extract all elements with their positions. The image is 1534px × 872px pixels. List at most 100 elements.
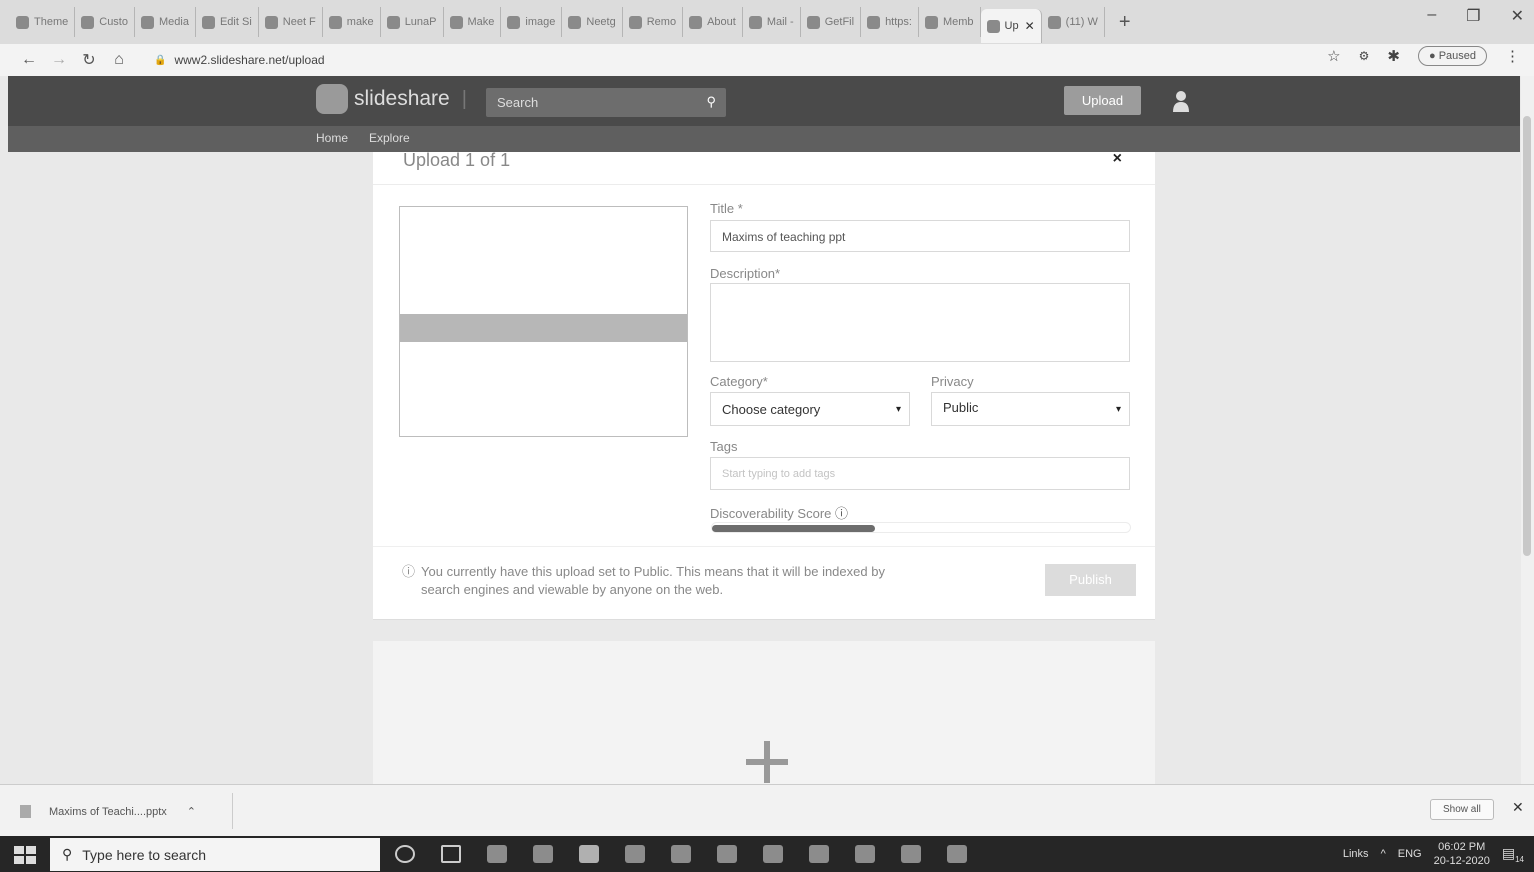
- browser-tab[interactable]: About: [683, 7, 743, 37]
- clock[interactable]: 06:02 PM 20-12-2020: [1434, 840, 1490, 868]
- search-placeholder: Search: [497, 95, 539, 110]
- taskbar-search-input[interactable]: ⚲ Type here to search: [50, 838, 380, 871]
- browser-tab[interactable]: Media: [135, 7, 196, 37]
- caret-down-icon: ▾: [895, 404, 901, 415]
- title-label: Title *: [710, 201, 743, 216]
- browser-tab[interactable]: Up ✕: [980, 9, 1042, 43]
- chevron-up-icon[interactable]: ⌃: [187, 805, 196, 818]
- privacy-select[interactable]: Public ▾: [931, 392, 1130, 426]
- slide-thumbnail: [399, 206, 688, 437]
- address-bar[interactable]: 🔒 www2.slideshare.net/upload: [154, 53, 325, 67]
- tags-input[interactable]: Start typing to add tags: [710, 457, 1130, 490]
- browser-toolbar: ← → ↻ ⌂ 🔒 www2.slideshare.net/upload ☆ ⚙…: [0, 44, 1534, 76]
- reload-icon[interactable]: ↻: [74, 50, 104, 70]
- task-view-icon[interactable]: [441, 845, 461, 863]
- slideshare-logo[interactable]: slideshare |: [316, 84, 467, 114]
- browser-tab[interactable]: Edit Si: [196, 7, 259, 37]
- logo-icon: [316, 84, 348, 114]
- close-tab-icon[interactable]: ✕: [1025, 19, 1035, 33]
- home-icon[interactable]: ⌂: [104, 51, 134, 69]
- tab-label: Theme: [34, 16, 69, 28]
- avatar-icon: ●: [1428, 50, 1436, 62]
- menu-kebab-icon[interactable]: ⋮: [1505, 47, 1520, 65]
- download-filename: Maxims of Teachi....pptx: [49, 805, 167, 818]
- description-textarea[interactable]: [710, 283, 1130, 362]
- browser-tab[interactable]: Custo: [75, 7, 135, 37]
- tab-favicon-icon: [806, 15, 820, 29]
- browser-tab[interactable]: image: [501, 7, 563, 37]
- browser-tab[interactable]: (11) W: [1042, 7, 1105, 37]
- chevron-up-icon[interactable]: ^: [1381, 848, 1386, 860]
- browser-tab[interactable]: GetFil: [801, 7, 862, 37]
- publish-button[interactable]: Publish: [1045, 564, 1136, 596]
- links-toolbar[interactable]: Links: [1343, 848, 1369, 860]
- browser-tab[interactable]: Neet F: [259, 7, 323, 37]
- language-indicator[interactable]: ENG: [1398, 848, 1422, 860]
- discoverability-score-bar: [711, 522, 1131, 533]
- show-all-button[interactable]: Show all: [1430, 799, 1494, 820]
- minimize-icon[interactable]: –: [1427, 6, 1436, 26]
- browser-tab[interactable]: Memb: [919, 7, 981, 37]
- browser-tab[interactable]: Make: [444, 7, 502, 37]
- search-icon[interactable]: ⚲: [706, 94, 716, 110]
- browser-tab[interactable]: LunaP: [381, 7, 444, 37]
- file-explorer-icon[interactable]: [625, 845, 645, 863]
- photos-icon[interactable]: [671, 845, 691, 863]
- browser-tab[interactable]: Theme: [10, 7, 76, 37]
- extensions-icon[interactable]: ✱: [1387, 47, 1400, 65]
- restore-icon[interactable]: ❐: [1466, 6, 1480, 26]
- bookmark-star-icon[interactable]: ☆: [1327, 47, 1340, 65]
- tab-label: Neet F: [282, 16, 316, 28]
- forward-icon[interactable]: →: [44, 51, 74, 69]
- mail-icon[interactable]: [809, 845, 829, 863]
- browser-tab[interactable]: make: [323, 7, 381, 37]
- close-downloads-icon[interactable]: ✕: [1512, 799, 1524, 816]
- notifications-icon[interactable]: ▤14: [1502, 845, 1524, 864]
- tab-favicon-icon: [449, 15, 463, 29]
- lock-icon: 🔒: [154, 54, 167, 66]
- chrome-icon[interactable]: [579, 845, 599, 863]
- nav-explore[interactable]: Explore: [369, 131, 410, 145]
- browser-tab[interactable]: https:: [861, 7, 919, 37]
- store-icon[interactable]: [717, 845, 737, 863]
- browser-tab[interactable]: Remo: [623, 7, 684, 37]
- tab-favicon-icon: [201, 15, 215, 29]
- profile-button[interactable]: ● Paused: [1417, 46, 1487, 66]
- upload-button[interactable]: Upload: [1064, 86, 1141, 115]
- tab-favicon-icon: [16, 15, 29, 29]
- page-scrollbar[interactable]: [1521, 76, 1534, 784]
- close-window-icon[interactable]: ✕: [1511, 6, 1524, 26]
- back-icon[interactable]: ←: [14, 51, 44, 69]
- add-upload-area[interactable]: [373, 641, 1155, 784]
- translate-icon[interactable]: ⚙: [1359, 49, 1370, 63]
- site-search-input[interactable]: Search ⚲: [486, 88, 726, 117]
- tab-favicon-icon: [568, 15, 582, 29]
- caret-down-icon: ▾: [1115, 404, 1121, 415]
- plus-icon-vertical: [764, 741, 770, 783]
- app-icon[interactable]: [901, 845, 921, 863]
- category-select[interactable]: Choose category ▾: [710, 392, 910, 426]
- file-icon: [20, 805, 31, 818]
- info-icon[interactable]: ⓘ: [835, 506, 848, 521]
- skype-icon[interactable]: [487, 845, 507, 863]
- windows-start-icon[interactable]: [12, 844, 38, 866]
- window-controls: – ❐ ✕: [1427, 6, 1524, 26]
- scrollbar-thumb[interactable]: [1523, 116, 1531, 556]
- download-item[interactable]: Maxims of Teachi....pptx ⌃: [20, 805, 196, 818]
- cortana-icon[interactable]: [395, 845, 415, 863]
- vscode-icon[interactable]: [763, 845, 783, 863]
- close-icon[interactable]: ×: [1113, 150, 1122, 168]
- title-input[interactable]: Maxims of teaching ppt: [710, 220, 1130, 252]
- browser-tab-strip: Theme Custo Media Edit Si Neet F make LunaP Mak…: [0, 0, 1534, 44]
- site-subnav: Home Explore: [8, 126, 1520, 152]
- paint-icon[interactable]: [855, 845, 875, 863]
- tab-favicon-icon: [328, 15, 342, 29]
- nav-home[interactable]: Home: [316, 131, 348, 145]
- browser-tab[interactable]: Neetg: [562, 7, 623, 37]
- edge-icon[interactable]: [533, 845, 553, 863]
- user-icon[interactable]: [1173, 90, 1189, 112]
- new-tab-button[interactable]: +: [1119, 11, 1131, 34]
- gallery-icon[interactable]: [947, 845, 967, 863]
- tab-label: Mail -: [766, 16, 794, 28]
- browser-tab[interactable]: Mail -: [743, 7, 801, 37]
